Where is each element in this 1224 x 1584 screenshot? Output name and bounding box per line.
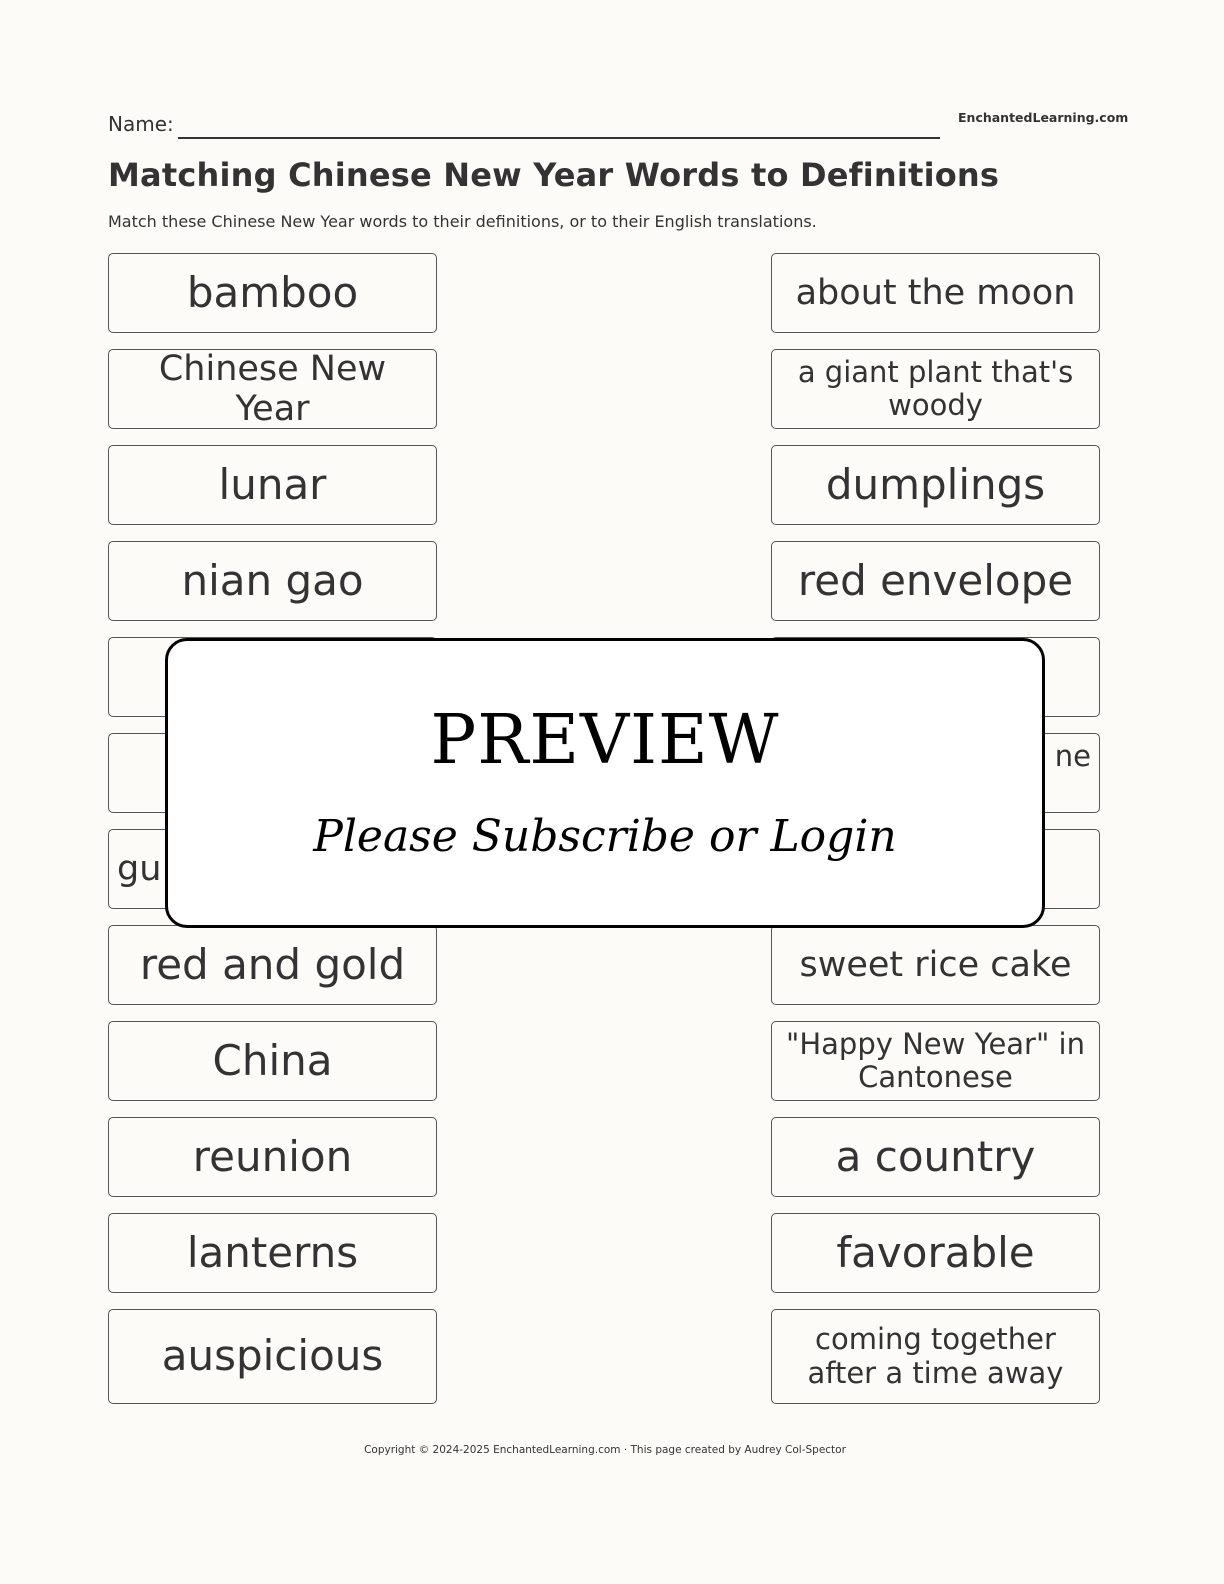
definition-box: sweet rice cake [771,925,1100,1005]
instructions: Match these Chinese New Year words to th… [108,212,817,231]
word-text: bamboo [186,267,359,317]
definition-text: a country [835,1131,1036,1181]
definition-box: a country [771,1117,1100,1197]
definition-box: a giant plant that's woody [771,349,1100,429]
word-text: gu [117,848,162,889]
word-text: China [212,1035,333,1085]
definition-box: "Happy New Year" in Cantonese [771,1021,1100,1101]
definition-box: about the moon [771,253,1100,333]
word-text: reunion [192,1131,353,1181]
definition-box: dumplings [771,445,1100,525]
name-input-line[interactable] [178,137,940,139]
word-box: Chinese New Year [108,349,437,429]
definition-box: coming together after a time away [771,1309,1100,1404]
footer-copyright: Copyright © 2024-2025 EnchantedLearning.… [364,1444,846,1456]
word-text: nian gao [181,555,364,605]
definition-text: a giant plant that's woody [797,354,1074,422]
word-box: red and gold [108,925,437,1005]
page-title: Matching Chinese New Year Words to Defin… [108,156,1000,194]
word-box: China [108,1021,437,1101]
word-box: bamboo [108,253,437,333]
definition-text: dumplings [825,459,1046,509]
site-logo-text: EnchantedLearning.com [958,110,1129,125]
word-text: auspicious [161,1331,384,1381]
name-label: Name: [108,112,174,136]
definition-text: ne [1054,739,1091,773]
preview-heading: PREVIEW [430,701,780,780]
word-text: Chinese New Year [158,348,387,429]
word-box: lanterns [108,1213,437,1293]
definition-text: red envelope [797,555,1074,605]
definition-text: favorable [836,1227,1035,1277]
preview-overlay[interactable]: PREVIEW Please Subscribe or Login [165,638,1045,928]
word-text: lunar [218,459,327,509]
word-box: lunar [108,445,437,525]
definition-text: "Happy New Year" in Cantonese [786,1026,1085,1094]
definition-text: sweet rice cake [799,944,1072,985]
definition-text: about the moon [795,272,1076,313]
word-box: reunion [108,1117,437,1197]
definition-box: red envelope [771,541,1100,621]
word-text: red and gold [139,939,406,989]
subscribe-login-message[interactable]: Please Subscribe or Login [168,811,1042,862]
word-box: nian gao [108,541,437,621]
word-text: lanterns [186,1227,359,1277]
word-box: auspicious [108,1309,437,1404]
definition-text: coming together after a time away [807,1322,1064,1390]
definition-box: favorable [771,1213,1100,1293]
